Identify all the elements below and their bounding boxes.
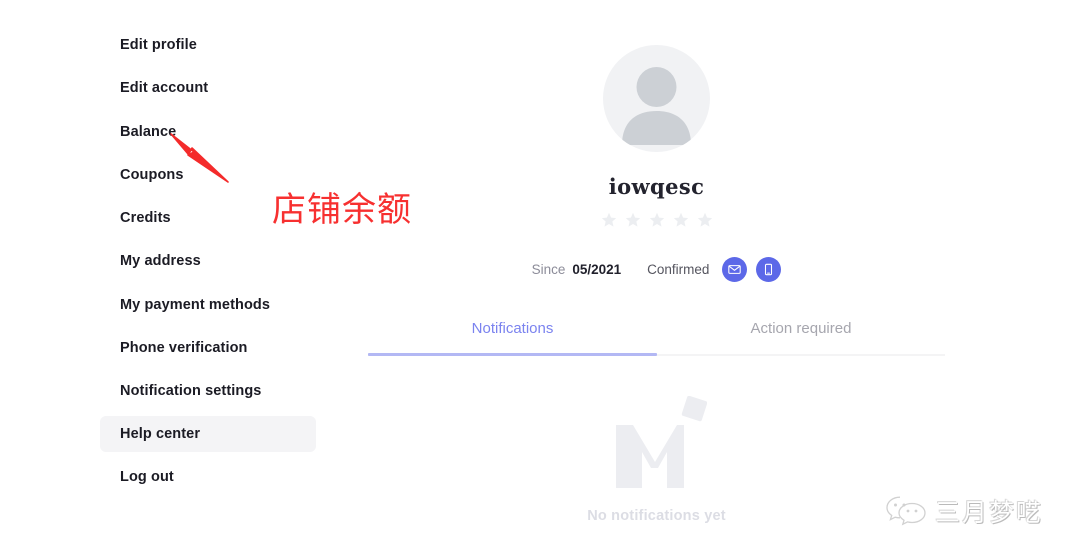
tab-bar: Notifications Action required xyxy=(368,320,945,356)
since-value: 05/2021 xyxy=(572,262,622,277)
user-placeholder-icon xyxy=(622,67,691,145)
sidebar-item-label: Notification settings xyxy=(120,383,262,399)
sidebar-item-label: Log out xyxy=(120,469,174,485)
sidebar-item-label: Help center xyxy=(120,426,201,442)
star-icon xyxy=(625,212,640,227)
rating-stars xyxy=(368,212,945,228)
sidebar-item-label: My payment methods xyxy=(120,297,271,313)
phone-verified-icon xyxy=(765,263,773,276)
tab-active-underline xyxy=(368,353,657,356)
sidebar: Edit profile Edit account Balance Coupon… xyxy=(0,0,340,557)
sidebar-item-label: Phone verification xyxy=(120,340,248,356)
tab-label: Notifications xyxy=(471,320,554,337)
wechat-watermark-text: 三月梦呓 xyxy=(935,498,1044,527)
star-icon xyxy=(649,212,664,227)
tab-action-required[interactable]: Action required xyxy=(657,320,945,354)
sidebar-item-balance[interactable]: Balance xyxy=(100,114,316,150)
email-verified-badge[interactable] xyxy=(722,257,748,282)
username: iowqesc xyxy=(608,174,705,199)
tab-label: Action required xyxy=(750,320,852,337)
m-logo-watermark-icon xyxy=(616,396,707,488)
avatar xyxy=(603,45,710,152)
sidebar-item-label: Coupons xyxy=(120,167,184,183)
sidebar-item-help-center[interactable]: Help center xyxy=(100,416,316,452)
star-icon xyxy=(673,212,688,227)
phone-verified-badge[interactable] xyxy=(756,257,782,282)
star-icon xyxy=(601,212,616,227)
since-label: Since xyxy=(531,262,566,277)
sidebar-item-label: Edit profile xyxy=(120,37,197,53)
sidebar-item-edit-account[interactable]: Edit account xyxy=(100,70,316,106)
star-icon xyxy=(697,212,712,227)
profile-meta-row: Since 05/2021 Confirmed xyxy=(368,257,945,282)
sidebar-item-label: Edit account xyxy=(120,80,209,96)
empty-state-message: No notifications yet xyxy=(587,508,726,524)
sidebar-item-label: My address xyxy=(120,253,201,269)
email-verified-icon xyxy=(728,265,742,274)
wechat-watermark: 三月梦呓 xyxy=(885,486,1075,536)
sidebar-item-my-address[interactable]: My address xyxy=(100,243,316,279)
sidebar-item-my-payment-methods[interactable]: My payment methods xyxy=(100,287,316,323)
sidebar-item-phone-verification[interactable]: Phone verification xyxy=(100,330,316,366)
sidebar-item-log-out[interactable]: Log out xyxy=(100,459,316,495)
sidebar-item-edit-profile[interactable]: Edit profile xyxy=(100,27,316,63)
wechat-icon xyxy=(886,496,926,526)
tab-notifications[interactable]: Notifications xyxy=(368,320,657,354)
sidebar-item-label: Balance xyxy=(120,124,177,140)
sidebar-item-label: Credits xyxy=(120,210,171,226)
sidebar-item-notification-settings[interactable]: Notification settings xyxy=(100,373,316,409)
confirmed-label: Confirmed xyxy=(647,262,710,277)
